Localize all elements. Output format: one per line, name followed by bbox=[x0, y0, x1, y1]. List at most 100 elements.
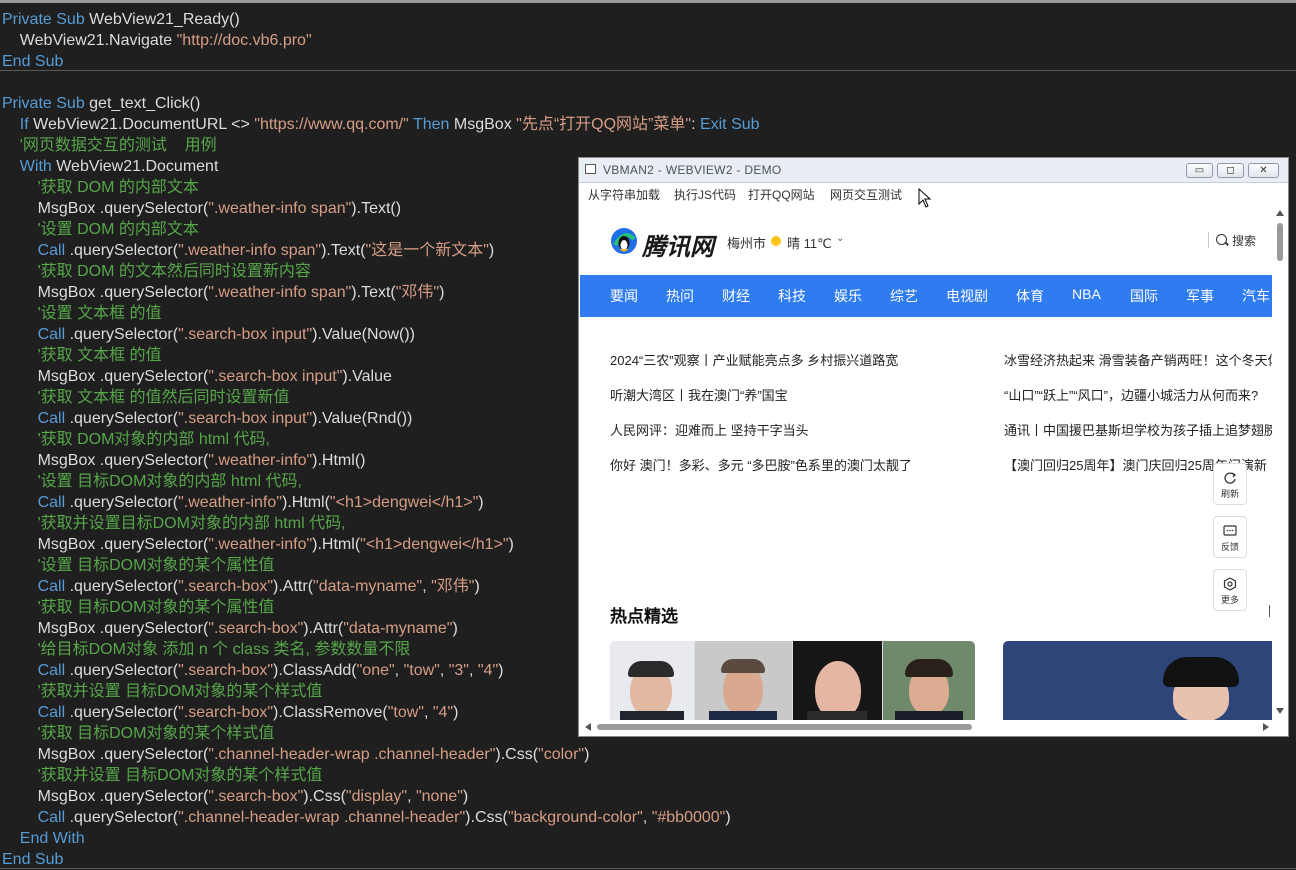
menu-open-qq[interactable]: 打开QQ网站 bbox=[748, 186, 815, 203]
news-link[interactable]: 2024“三农”观察丨产业赋能亮点多 乡村振兴道路宽 bbox=[610, 350, 898, 369]
vertical-scroll-thumb[interactable] bbox=[1277, 223, 1283, 261]
code-token: "data-myname" bbox=[343, 620, 453, 637]
nav-item[interactable]: 军事 bbox=[1186, 286, 1214, 306]
menu-interact-test[interactable]: 网页交互测试 bbox=[830, 186, 902, 203]
penguin-logo-icon bbox=[611, 228, 637, 254]
code-token: .querySelector( bbox=[69, 326, 179, 343]
code-token: "https://www.qq.com/" bbox=[254, 116, 409, 133]
code-token: WebView21.Document bbox=[56, 158, 219, 175]
nav-item[interactable]: NBA bbox=[1072, 286, 1101, 302]
menu-run-js[interactable]: 执行JS代码 bbox=[674, 186, 736, 203]
chevron-down-icon[interactable]: ⌄ bbox=[836, 233, 844, 244]
webview-page[interactable]: 腾讯网 梅州市 晴 11℃ ⌄ 搜索 要闻 热问 财经 科技 娱乐 综艺 电视剧… bbox=[580, 205, 1272, 720]
photo-panel bbox=[610, 641, 694, 720]
code-token: '获取并设置目标DOM对象的内部 html 代码, bbox=[2, 515, 346, 532]
suit bbox=[807, 711, 867, 720]
close-button[interactable]: ✕ bbox=[1248, 163, 1279, 178]
section-marker bbox=[1269, 605, 1270, 617]
vertical-scrollbar[interactable] bbox=[1273, 205, 1287, 720]
code-token: ).Text( bbox=[321, 242, 366, 259]
code-token: "http://doc.vb6.pro" bbox=[176, 32, 312, 49]
menu-load-string[interactable]: 从字符串加载 bbox=[588, 186, 660, 203]
search-icon[interactable] bbox=[1216, 234, 1227, 245]
code-token: ).Css( bbox=[303, 788, 346, 805]
code-token: MsgBox .querySelector( bbox=[2, 452, 209, 469]
code-token: ).Css( bbox=[495, 746, 539, 763]
search-button[interactable]: 搜索 bbox=[1232, 232, 1256, 249]
feedback-button[interactable]: 反馈 bbox=[1213, 516, 1247, 558]
news-link[interactable]: 听潮大湾区丨我在澳门“养”国宝 bbox=[610, 385, 788, 404]
code-token: "display" bbox=[345, 788, 408, 805]
maximize-button[interactable]: ◻ bbox=[1217, 163, 1244, 178]
nav-item[interactable]: 电视剧 bbox=[946, 286, 988, 306]
code-token: ".search-box input" bbox=[178, 410, 313, 427]
maximize-icon: ◻ bbox=[1226, 165, 1235, 176]
code-token: End Sub bbox=[2, 851, 64, 868]
code-token: ".search-box input" bbox=[178, 326, 313, 343]
refresh-icon bbox=[1224, 472, 1237, 484]
code-line: '获取 DOM对象的内部 html 代码, bbox=[2, 429, 270, 450]
photo-panel bbox=[793, 641, 882, 720]
webview-demo-window[interactable]: VBMAN2 - WEBVIEW2 - DEMO ▭ ◻ ✕ 从字符串加载 执行… bbox=[578, 157, 1289, 737]
scroll-left-icon[interactable] bbox=[585, 723, 591, 731]
news-link[interactable]: 冰雪经济热起来 滑雪装备产销两旺！这个冬天体 bbox=[1004, 350, 1272, 369]
weather-city[interactable]: 梅州市 bbox=[727, 233, 766, 252]
code-token: '获取 目标DOM对象的某个样式值 bbox=[2, 725, 275, 742]
code-line: Private Sub WebView21_Ready() bbox=[2, 9, 240, 30]
code-token: If bbox=[2, 116, 34, 133]
hot-picks-title: 热点精选 bbox=[610, 607, 678, 626]
code-token: ".weather-info span" bbox=[178, 242, 322, 259]
horizontal-scroll-thumb[interactable] bbox=[597, 724, 972, 730]
scroll-up-icon[interactable] bbox=[1276, 210, 1284, 216]
code-token: ).Text() bbox=[351, 200, 402, 217]
nav-item[interactable]: 综艺 bbox=[890, 286, 918, 306]
more-button[interactable]: 更多 bbox=[1213, 569, 1247, 611]
hot-picks-photo[interactable] bbox=[610, 641, 975, 720]
code-line: '获取并设置 目标DOM对象的某个样式值 bbox=[2, 681, 323, 702]
code-token: ) bbox=[474, 578, 480, 595]
code-token: ) bbox=[452, 620, 458, 637]
code-token: ".weather-info" bbox=[208, 536, 313, 553]
code-token: Call bbox=[2, 242, 70, 259]
hair bbox=[1163, 657, 1239, 687]
code-token: , bbox=[468, 662, 478, 679]
news-link[interactable]: 通讯丨中国援巴基斯坦学校为孩子插上追梦翅膀 bbox=[1004, 420, 1272, 439]
code-token: .querySelector( bbox=[69, 242, 179, 259]
news-link[interactable]: 你好 澳门！多彩、多元 “多巴胺”色系里的澳门太靓了 bbox=[610, 455, 912, 474]
scroll-down-icon[interactable] bbox=[1276, 708, 1284, 714]
code-token: ) bbox=[462, 788, 469, 805]
code-token: '给目标DOM对象 添加 n 个 class 类名, 参数数量不限 bbox=[2, 641, 411, 658]
code-line: MsgBox .querySelector(".weather-info").H… bbox=[2, 450, 366, 471]
code-token: Call bbox=[2, 410, 70, 427]
news-link[interactable]: “山口”“跃上”“风口”，边疆小城活力从何而来? bbox=[1004, 385, 1258, 404]
code-token: .querySelector( bbox=[69, 704, 179, 721]
horizontal-scrollbar[interactable] bbox=[580, 720, 1287, 734]
hot-picks-photo[interactable] bbox=[1003, 641, 1272, 720]
nav-item[interactable]: 科技 bbox=[778, 286, 806, 306]
news-link[interactable]: 人民网评：迎难而上 坚持干字当头 bbox=[610, 420, 809, 439]
code-line: '获取 目标DOM对象的某个样式值 bbox=[2, 723, 275, 744]
nav-item[interactable]: 汽车 bbox=[1242, 286, 1270, 306]
nav-item[interactable]: 财经 bbox=[722, 286, 750, 306]
refresh-button[interactable]: 刷新 bbox=[1213, 463, 1247, 505]
code-token: ".weather-info" bbox=[208, 452, 313, 469]
weather-info[interactable]: 晴 11℃ bbox=[787, 233, 832, 252]
code-token: ) bbox=[488, 242, 495, 259]
scroll-right-icon[interactable] bbox=[1263, 723, 1269, 731]
code-token: , bbox=[642, 809, 652, 826]
nav-item[interactable]: 体育 bbox=[1016, 286, 1044, 306]
window-titlebar[interactable]: VBMAN2 - WEBVIEW2 - DEMO ▭ ◻ ✕ bbox=[579, 158, 1288, 183]
minimize-button[interactable]: ▭ bbox=[1186, 163, 1213, 178]
code-token: Exit Sub bbox=[699, 116, 760, 133]
nav-item[interactable]: 热问 bbox=[666, 286, 694, 306]
nav-item[interactable]: 国际 bbox=[1130, 286, 1158, 306]
code-token: .querySelector( bbox=[69, 578, 179, 595]
hair bbox=[721, 659, 765, 673]
nav-item[interactable]: 娱乐 bbox=[834, 286, 862, 306]
nav-item[interactable]: 要闻 bbox=[610, 286, 638, 306]
code-token: ".channel-header-wrap .channel-header" bbox=[178, 809, 466, 826]
code-token: "<h1>dengwei</h1>" bbox=[360, 536, 509, 553]
code-line: MsgBox .querySelector(".search-box").Css… bbox=[2, 786, 469, 807]
code-token: WebView21.Navigate bbox=[2, 32, 177, 49]
photo-panel bbox=[695, 641, 792, 720]
